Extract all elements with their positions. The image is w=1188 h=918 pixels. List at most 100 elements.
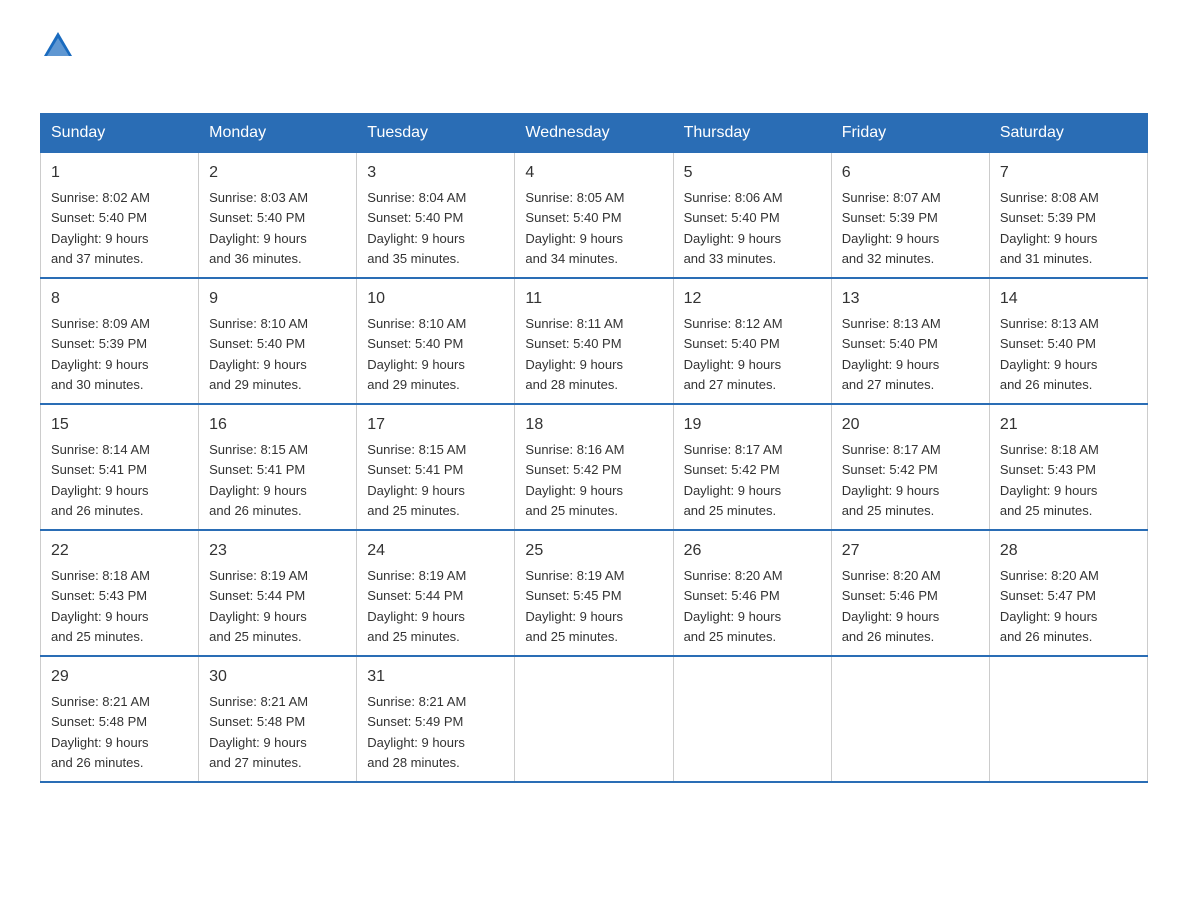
calendar-day-cell: 12 Sunrise: 8:12 AMSunset: 5:40 PMDaylig… <box>673 278 831 404</box>
header-thursday: Thursday <box>673 114 831 153</box>
page-header <box>40 30 1148 93</box>
calendar-day-cell: 17 Sunrise: 8:15 AMSunset: 5:41 PMDaylig… <box>357 404 515 530</box>
day-info: Sunrise: 8:13 AMSunset: 5:40 PMDaylight:… <box>842 316 941 392</box>
day-info: Sunrise: 8:11 AMSunset: 5:40 PMDaylight:… <box>525 316 623 392</box>
calendar-day-cell: 26 Sunrise: 8:20 AMSunset: 5:46 PMDaylig… <box>673 530 831 656</box>
calendar-day-cell: 29 Sunrise: 8:21 AMSunset: 5:48 PMDaylig… <box>41 656 199 782</box>
day-info: Sunrise: 8:17 AMSunset: 5:42 PMDaylight:… <box>842 442 941 518</box>
day-number: 10 <box>367 287 504 311</box>
calendar-day-cell: 4 Sunrise: 8:05 AMSunset: 5:40 PMDayligh… <box>515 153 673 279</box>
header-sunday: Sunday <box>41 114 199 153</box>
calendar-week-row: 29 Sunrise: 8:21 AMSunset: 5:48 PMDaylig… <box>41 656 1148 782</box>
day-info: Sunrise: 8:19 AMSunset: 5:44 PMDaylight:… <box>209 568 308 644</box>
calendar-day-cell: 9 Sunrise: 8:10 AMSunset: 5:40 PMDayligh… <box>199 278 357 404</box>
day-number: 11 <box>525 287 662 311</box>
calendar-day-cell <box>989 656 1147 782</box>
day-info: Sunrise: 8:15 AMSunset: 5:41 PMDaylight:… <box>367 442 466 518</box>
day-number: 2 <box>209 161 346 185</box>
calendar-day-cell: 24 Sunrise: 8:19 AMSunset: 5:44 PMDaylig… <box>357 530 515 656</box>
day-info: Sunrise: 8:20 AMSunset: 5:47 PMDaylight:… <box>1000 568 1099 644</box>
day-number: 22 <box>51 539 188 563</box>
day-info: Sunrise: 8:10 AMSunset: 5:40 PMDaylight:… <box>367 316 466 392</box>
calendar-week-row: 8 Sunrise: 8:09 AMSunset: 5:39 PMDayligh… <box>41 278 1148 404</box>
day-number: 13 <box>842 287 979 311</box>
day-number: 14 <box>1000 287 1137 311</box>
day-number: 17 <box>367 413 504 437</box>
day-number: 21 <box>1000 413 1137 437</box>
calendar-day-cell: 6 Sunrise: 8:07 AMSunset: 5:39 PMDayligh… <box>831 153 989 279</box>
day-number: 31 <box>367 665 504 689</box>
calendar-day-cell: 30 Sunrise: 8:21 AMSunset: 5:48 PMDaylig… <box>199 656 357 782</box>
day-info: Sunrise: 8:15 AMSunset: 5:41 PMDaylight:… <box>209 442 308 518</box>
calendar-day-cell: 18 Sunrise: 8:16 AMSunset: 5:42 PMDaylig… <box>515 404 673 530</box>
day-number: 12 <box>684 287 821 311</box>
day-info: Sunrise: 8:18 AMSunset: 5:43 PMDaylight:… <box>51 568 150 644</box>
day-info: Sunrise: 8:05 AMSunset: 5:40 PMDaylight:… <box>525 190 624 266</box>
logo <box>40 30 76 93</box>
calendar-day-cell: 7 Sunrise: 8:08 AMSunset: 5:39 PMDayligh… <box>989 153 1147 279</box>
header-saturday: Saturday <box>989 114 1147 153</box>
calendar-day-cell: 15 Sunrise: 8:14 AMSunset: 5:41 PMDaylig… <box>41 404 199 530</box>
day-info: Sunrise: 8:16 AMSunset: 5:42 PMDaylight:… <box>525 442 624 518</box>
day-info: Sunrise: 8:02 AMSunset: 5:40 PMDaylight:… <box>51 190 150 266</box>
day-number: 26 <box>684 539 821 563</box>
day-number: 20 <box>842 413 979 437</box>
calendar-day-cell: 1 Sunrise: 8:02 AMSunset: 5:40 PMDayligh… <box>41 153 199 279</box>
calendar-day-cell: 16 Sunrise: 8:15 AMSunset: 5:41 PMDaylig… <box>199 404 357 530</box>
day-number: 8 <box>51 287 188 311</box>
calendar-day-cell: 20 Sunrise: 8:17 AMSunset: 5:42 PMDaylig… <box>831 404 989 530</box>
day-info: Sunrise: 8:21 AMSunset: 5:48 PMDaylight:… <box>51 694 150 770</box>
day-info: Sunrise: 8:08 AMSunset: 5:39 PMDaylight:… <box>1000 190 1099 266</box>
header-wednesday: Wednesday <box>515 114 673 153</box>
day-info: Sunrise: 8:19 AMSunset: 5:44 PMDaylight:… <box>367 568 466 644</box>
day-number: 7 <box>1000 161 1137 185</box>
day-info: Sunrise: 8:18 AMSunset: 5:43 PMDaylight:… <box>1000 442 1099 518</box>
calendar-day-cell: 28 Sunrise: 8:20 AMSunset: 5:47 PMDaylig… <box>989 530 1147 656</box>
calendar-day-cell: 19 Sunrise: 8:17 AMSunset: 5:42 PMDaylig… <box>673 404 831 530</box>
day-info: Sunrise: 8:06 AMSunset: 5:40 PMDaylight:… <box>684 190 783 266</box>
calendar-day-cell: 2 Sunrise: 8:03 AMSunset: 5:40 PMDayligh… <box>199 153 357 279</box>
day-number: 27 <box>842 539 979 563</box>
calendar-day-cell: 10 Sunrise: 8:10 AMSunset: 5:40 PMDaylig… <box>357 278 515 404</box>
day-number: 16 <box>209 413 346 437</box>
calendar-day-cell: 8 Sunrise: 8:09 AMSunset: 5:39 PMDayligh… <box>41 278 199 404</box>
day-number: 25 <box>525 539 662 563</box>
calendar-day-cell: 31 Sunrise: 8:21 AMSunset: 5:49 PMDaylig… <box>357 656 515 782</box>
day-number: 15 <box>51 413 188 437</box>
day-number: 30 <box>209 665 346 689</box>
day-info: Sunrise: 8:19 AMSunset: 5:45 PMDaylight:… <box>525 568 624 644</box>
header-monday: Monday <box>199 114 357 153</box>
calendar-day-cell: 25 Sunrise: 8:19 AMSunset: 5:45 PMDaylig… <box>515 530 673 656</box>
day-info: Sunrise: 8:17 AMSunset: 5:42 PMDaylight:… <box>684 442 783 518</box>
day-info: Sunrise: 8:13 AMSunset: 5:40 PMDaylight:… <box>1000 316 1099 392</box>
calendar-day-cell <box>673 656 831 782</box>
day-number: 19 <box>684 413 821 437</box>
day-info: Sunrise: 8:21 AMSunset: 5:49 PMDaylight:… <box>367 694 466 770</box>
logo-icon <box>42 28 74 60</box>
day-number: 24 <box>367 539 504 563</box>
day-info: Sunrise: 8:21 AMSunset: 5:48 PMDaylight:… <box>209 694 308 770</box>
day-info: Sunrise: 8:12 AMSunset: 5:40 PMDaylight:… <box>684 316 783 392</box>
day-number: 18 <box>525 413 662 437</box>
header-tuesday: Tuesday <box>357 114 515 153</box>
calendar-day-cell: 22 Sunrise: 8:18 AMSunset: 5:43 PMDaylig… <box>41 530 199 656</box>
calendar-day-cell: 13 Sunrise: 8:13 AMSunset: 5:40 PMDaylig… <box>831 278 989 404</box>
day-info: Sunrise: 8:20 AMSunset: 5:46 PMDaylight:… <box>842 568 941 644</box>
calendar-table: SundayMondayTuesdayWednesdayThursdayFrid… <box>40 113 1148 783</box>
calendar-day-cell <box>515 656 673 782</box>
calendar-week-row: 1 Sunrise: 8:02 AMSunset: 5:40 PMDayligh… <box>41 153 1148 279</box>
day-number: 3 <box>367 161 504 185</box>
calendar-header-row: SundayMondayTuesdayWednesdayThursdayFrid… <box>41 114 1148 153</box>
day-number: 9 <box>209 287 346 311</box>
calendar-week-row: 15 Sunrise: 8:14 AMSunset: 5:41 PMDaylig… <box>41 404 1148 530</box>
calendar-day-cell <box>831 656 989 782</box>
day-number: 4 <box>525 161 662 185</box>
calendar-day-cell: 5 Sunrise: 8:06 AMSunset: 5:40 PMDayligh… <box>673 153 831 279</box>
day-info: Sunrise: 8:07 AMSunset: 5:39 PMDaylight:… <box>842 190 941 266</box>
day-info: Sunrise: 8:10 AMSunset: 5:40 PMDaylight:… <box>209 316 308 392</box>
header-friday: Friday <box>831 114 989 153</box>
day-info: Sunrise: 8:14 AMSunset: 5:41 PMDaylight:… <box>51 442 150 518</box>
day-number: 23 <box>209 539 346 563</box>
day-info: Sunrise: 8:20 AMSunset: 5:46 PMDaylight:… <box>684 568 783 644</box>
day-number: 6 <box>842 161 979 185</box>
